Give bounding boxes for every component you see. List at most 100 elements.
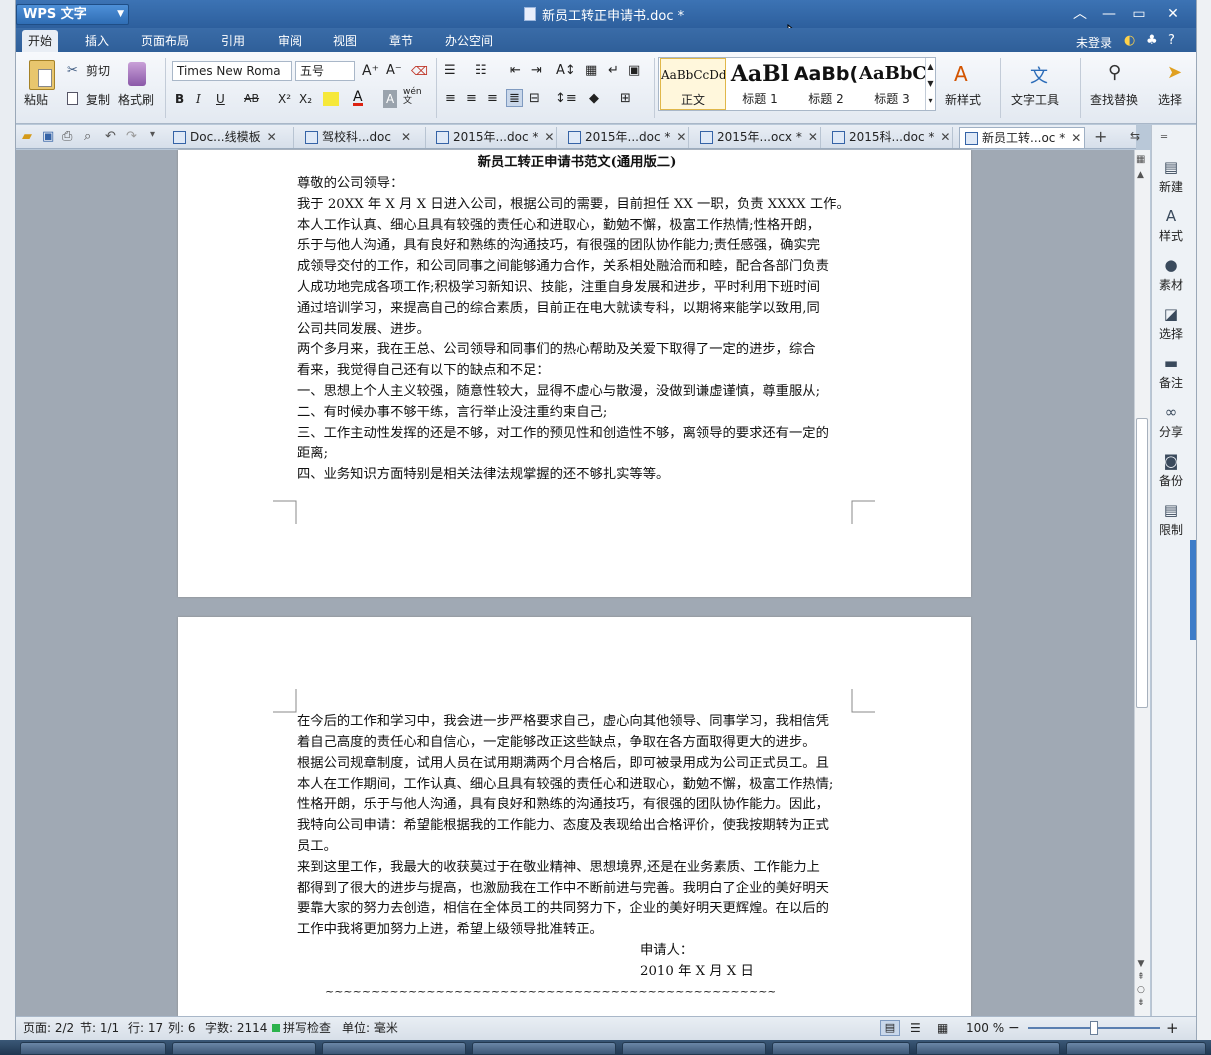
paste-button[interactable]: 粘贴 <box>24 91 48 109</box>
status-spell-check[interactable]: 拼写检查 <box>283 1016 331 1040</box>
close-tab-icon[interactable]: ✕ <box>940 130 950 144</box>
close-tab-icon[interactable]: ✕ <box>267 130 277 144</box>
wps-app-menu-button[interactable]: WPS 文字 ▼ <box>16 4 129 25</box>
taskbar-button[interactable] <box>172 1042 316 1055</box>
style-normal[interactable]: AaBbCcDd 正文 <box>660 58 726 110</box>
status-word-count[interactable]: 字数: 2114 <box>205 1016 267 1040</box>
grow-font-icon[interactable]: A⁺ <box>362 62 379 80</box>
underline-button[interactable]: U <box>216 90 225 108</box>
taskbar-button[interactable] <box>20 1042 166 1055</box>
tab-home[interactable]: 开始 <box>22 30 59 52</box>
login-link[interactable]: 未登录 <box>1076 34 1112 51</box>
subscript-button[interactable]: X₂ <box>299 90 312 108</box>
doc-tab-active[interactable]: 新员工转...oc * ✕ <box>959 127 1085 148</box>
taskbar-button[interactable] <box>1066 1042 1206 1055</box>
tab-chapter[interactable]: 章节 <box>383 30 419 52</box>
taskbar-button[interactable] <box>472 1042 616 1055</box>
strikethrough-button[interactable]: AB <box>244 90 259 108</box>
increase-indent-icon[interactable]: ⇥ <box>531 62 542 80</box>
close-button[interactable]: ✕ <box>1160 4 1186 24</box>
taskbar-button[interactable] <box>772 1042 910 1055</box>
font-size-select[interactable]: 五号 <box>295 61 355 81</box>
style-gallery-scroll[interactable]: ▲ ▼ ▾ <box>925 58 935 110</box>
minimize-button[interactable]: — <box>1096 4 1122 24</box>
show-marks-icon[interactable]: ↵ <box>608 62 619 80</box>
status-unit[interactable]: 单位: 毫米 <box>342 1016 398 1040</box>
outline-view-icon[interactable]: ☰ <box>910 1021 921 1035</box>
tab-page-layout[interactable]: 页面布局 <box>135 30 195 52</box>
sidebar-item-new[interactable]: ▤ 新建 <box>1151 158 1191 195</box>
select-button[interactable]: 选择 <box>1158 91 1182 109</box>
layout-icon[interactable]: ▣ <box>628 62 640 80</box>
close-tab-icon[interactable]: ✕ <box>544 130 554 144</box>
ribbon-collapse-icon[interactable]: ︿ <box>1067 4 1093 24</box>
copy-button[interactable]: 复制 <box>86 91 110 109</box>
zoom-level[interactable]: 100 % <box>966 1016 1004 1040</box>
redo-icon[interactable]: ↷ <box>126 129 137 144</box>
italic-button[interactable]: I <box>196 90 201 108</box>
sidebar-item-comment[interactable]: ▬ 备注 <box>1151 354 1191 391</box>
superscript-button[interactable]: X² <box>278 90 291 108</box>
shading-icon[interactable]: ◆ <box>589 90 599 108</box>
print-icon[interactable]: ⎙ <box>62 129 72 144</box>
pane-expand-handle[interactable] <box>1190 540 1196 640</box>
align-center-icon[interactable]: ≡ <box>466 90 477 108</box>
page-nav-icon[interactable]: ▼ ⇞ ○ ⇟ <box>1137 958 1145 1010</box>
distribute-icon[interactable]: ⊟ <box>529 90 540 108</box>
skin-icon[interactable]: ◐ <box>1124 33 1135 48</box>
sidebar-item-backup[interactable]: ◙ 备份 <box>1151 452 1191 489</box>
new-style-button[interactable]: 新样式 <box>945 91 981 109</box>
scroll-up-icon[interactable]: ▲ <box>1137 170 1144 180</box>
taskbar-button[interactable] <box>622 1042 766 1055</box>
close-tab-icon[interactable]: ✕ <box>676 130 686 144</box>
justify-icon[interactable]: ≣ <box>506 89 523 107</box>
undo-icon[interactable]: ↶ <box>105 129 116 144</box>
open-folder-icon[interactable]: ▰ <box>22 129 32 144</box>
scroll-split-icon[interactable]: ▦ <box>1136 154 1145 165</box>
save-icon[interactable]: ▣ <box>42 129 54 144</box>
format-painter-button[interactable]: 格式刷 <box>118 91 154 109</box>
doc-tab[interactable]: 2015年...doc * ✕ <box>563 127 689 148</box>
font-name-select[interactable]: Times New Roma <box>172 61 292 81</box>
sidebar-item-share[interactable]: ∞ 分享 <box>1151 403 1191 440</box>
table-icon[interactable]: ▦ <box>585 62 597 80</box>
sidebar-item-assets[interactable]: ● 素材 <box>1151 256 1191 293</box>
doc-tab[interactable]: 2015年...ocx * ✕ <box>695 127 821 148</box>
bullet-list-icon[interactable]: ☰ <box>444 62 456 80</box>
tab-review[interactable]: 审阅 <box>272 30 308 52</box>
doc-tab[interactable]: 2015年...doc * ✕ <box>431 127 557 148</box>
print-preview-icon[interactable]: ⌕ <box>84 129 91 144</box>
maximize-button[interactable]: ▭ <box>1126 4 1152 24</box>
font-color-button[interactable]: A <box>353 88 363 106</box>
style-heading-1[interactable]: AaBl 标题 1 <box>727 58 793 110</box>
border-icon[interactable]: ⊞ <box>620 90 631 108</box>
tab-insert[interactable]: 插入 <box>79 30 115 52</box>
doc-tab[interactable]: 2015科...doc * ✕ <box>827 127 953 148</box>
doc-tab[interactable]: Doc...线模板 ✕ <box>168 127 294 148</box>
zoom-slider-thumb[interactable] <box>1090 1021 1098 1035</box>
web-view-icon[interactable]: ▦ <box>937 1021 948 1035</box>
doc-tab[interactable]: 驾校科...doc ✕ <box>300 127 426 148</box>
tab-view[interactable]: 视图 <box>327 30 363 52</box>
zoom-out-button[interactable]: − <box>1008 1016 1020 1040</box>
bold-button[interactable]: B <box>175 90 184 108</box>
line-spacing-icon[interactable]: ↕≡ <box>555 90 577 108</box>
tab-list-icon[interactable]: ⇆ <box>1130 129 1140 143</box>
align-left-icon[interactable]: ≡ <box>445 90 456 108</box>
text-tools-button[interactable]: 文字工具 <box>1011 91 1059 109</box>
style-heading-2[interactable]: AaBb( 标题 2 <box>793 58 859 110</box>
scroll-thumb[interactable] <box>1136 418 1148 708</box>
sidebar-item-select[interactable]: ◪ 选择 <box>1151 305 1191 342</box>
text-direction-icon[interactable]: A↕ <box>556 62 576 80</box>
pane-toggle-icon[interactable]: ═ <box>1161 132 1167 143</box>
find-replace-button[interactable]: 查找替换 <box>1090 91 1138 109</box>
paste-icon[interactable] <box>29 60 55 90</box>
numbered-list-icon[interactable]: ☷ <box>475 62 487 80</box>
close-tab-icon[interactable]: ✕ <box>401 130 411 144</box>
taskbar-button[interactable] <box>322 1042 466 1055</box>
shirt-icon[interactable]: ♣ <box>1146 33 1158 48</box>
clear-format-icon[interactable]: ⌫ <box>411 62 428 80</box>
decrease-indent-icon[interactable]: ⇤ <box>510 62 521 80</box>
page-view-icon[interactable]: ▤ <box>880 1020 900 1036</box>
taskbar-button[interactable] <box>916 1042 1060 1055</box>
